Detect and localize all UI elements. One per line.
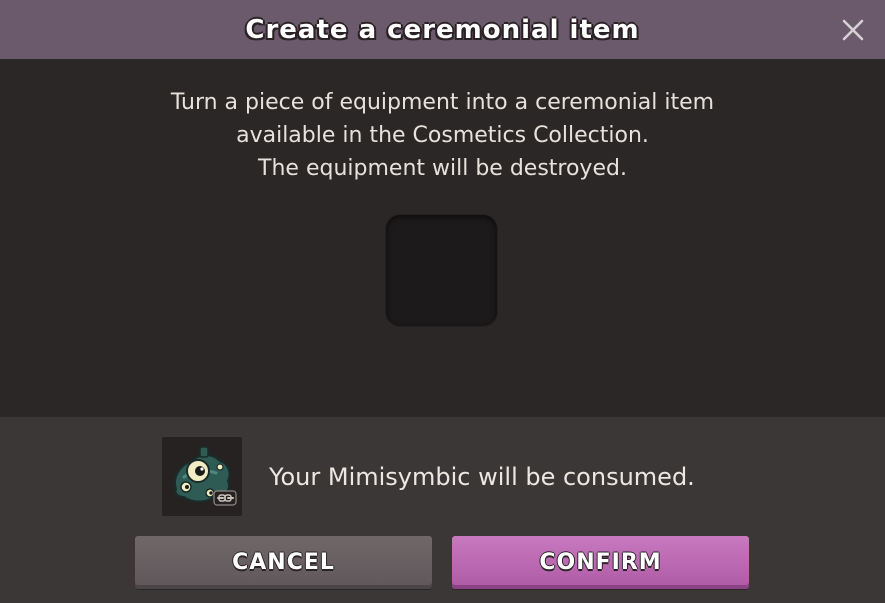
dialog-footer: Your Mimisymbic will be consumed. CANCEL… (0, 417, 885, 603)
dialog-title: Create a ceremonial item (245, 14, 640, 45)
description: Turn a piece of equipment into a ceremon… (0, 86, 885, 185)
create-ceremonial-item-dialog: Create a ceremonial item Turn a piece of… (0, 0, 885, 603)
description-line-3: The equipment will be destroyed. (258, 156, 627, 181)
description-line-2: available in the Cosmetics Collection. (236, 123, 649, 148)
close-icon (842, 19, 864, 41)
consumable-notice: Your Mimisymbic will be consumed. (269, 463, 695, 491)
equipment-slot[interactable] (386, 215, 497, 326)
cancel-button[interactable]: CANCEL (135, 536, 432, 589)
dialog-titlebar: Create a ceremonial item (0, 0, 885, 59)
description-line-1: Turn a piece of equipment into a ceremon… (170, 90, 715, 115)
confirm-button[interactable]: CONFIRM (452, 536, 749, 589)
mimisymbic-icon (162, 437, 242, 516)
dialog-body: Turn a piece of equipment into a ceremon… (0, 59, 885, 417)
close-button[interactable] (833, 10, 873, 50)
